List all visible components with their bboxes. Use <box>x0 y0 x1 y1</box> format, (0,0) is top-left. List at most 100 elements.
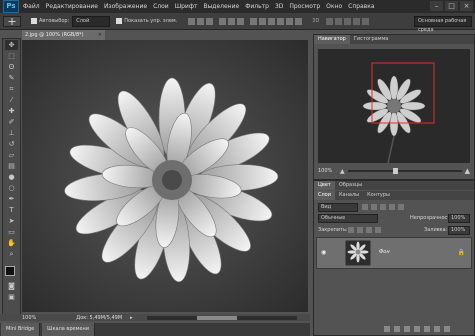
opacity-field[interactable]: 100% <box>448 214 470 223</box>
filter-pixel-icon[interactable] <box>362 204 368 210</box>
screen-mode-button[interactable]: ▣ <box>5 292 18 302</box>
tab-navigator[interactable]: Навигатор <box>314 35 350 44</box>
layer-style-icon[interactable] <box>394 326 400 332</box>
lock-all-icon[interactable] <box>375 227 381 233</box>
new-group-icon[interactable] <box>424 326 430 332</box>
stamp-tool[interactable]: ⊥ <box>5 128 18 138</box>
quick-select-tool[interactable]: ✎ <box>5 73 18 83</box>
tool-preset-picker[interactable] <box>3 15 21 27</box>
zoom-in-icon[interactable]: ▲ <box>465 167 470 175</box>
align-left-icon[interactable] <box>219 17 227 25</box>
menu-window[interactable]: Окно <box>326 3 342 10</box>
document-zoom[interactable]: 100% <box>22 315 36 321</box>
distribute-1-icon[interactable] <box>250 17 258 25</box>
layer-kind-filter[interactable]: Вид <box>318 203 358 212</box>
hand-tool[interactable]: ✋ <box>5 238 18 248</box>
dodge-tool[interactable]: ○ <box>5 183 18 193</box>
3d-slide-icon[interactable] <box>353 17 361 25</box>
3d-pan-icon[interactable] <box>344 17 352 25</box>
menu-help[interactable]: Справка <box>348 3 374 10</box>
navigator-zoom-slider[interactable] <box>347 168 462 174</box>
gradient-tool[interactable]: ▤ <box>5 161 18 171</box>
distribute-2-icon[interactable] <box>259 17 267 25</box>
history-brush-tool[interactable]: ↺ <box>5 139 18 149</box>
align-center-icon[interactable] <box>228 17 236 25</box>
lasso-tool[interactable]: ʘ <box>5 62 18 72</box>
menu-edit[interactable]: Редактирование <box>46 3 98 10</box>
menu-image[interactable]: Изображение <box>104 3 147 10</box>
fill-field[interactable]: 100% <box>448 226 470 235</box>
close-document-icon[interactable]: × <box>98 30 102 40</box>
scrollbar-thumb[interactable] <box>196 315 237 320</box>
crop-tool[interactable]: ⌗ <box>5 84 18 94</box>
foreground-color[interactable] <box>5 266 15 276</box>
tab-layers[interactable]: Слои <box>314 191 335 200</box>
distribute-4-icon[interactable] <box>277 17 285 25</box>
tab-color[interactable]: Цвет <box>314 181 335 190</box>
layer-mask-icon[interactable] <box>404 326 410 332</box>
horizontal-scrollbar[interactable] <box>146 315 297 320</box>
adjustment-layer-icon[interactable] <box>414 326 420 332</box>
layer-visibility-eye-icon[interactable]: ◉ <box>321 249 326 256</box>
path-select-tool[interactable]: ➤ <box>5 216 18 226</box>
healing-tool[interactable]: ✚ <box>5 106 18 116</box>
document-canvas[interactable] <box>22 40 308 312</box>
document-tab[interactable]: 2.jpg @ 100% (RGB/8*) × <box>22 30 105 40</box>
minimize-button[interactable]: – <box>430 1 443 11</box>
tab-channels[interactable]: Каналы <box>335 191 363 200</box>
align-right-icon[interactable] <box>237 17 245 25</box>
menu-filter[interactable]: Фильтр <box>245 3 269 10</box>
3d-scale-icon[interactable] <box>362 17 370 25</box>
eyedropper-tool[interactable]: ⁄ <box>5 95 18 105</box>
marquee-tool[interactable]: ⬚ <box>5 51 18 61</box>
autoselect-dropdown[interactable]: Слой <box>72 15 111 27</box>
new-layer-icon[interactable] <box>434 326 440 332</box>
tab-paths[interactable]: Контуры <box>363 191 394 200</box>
tab-swatches[interactable]: Образцы <box>335 181 366 190</box>
filter-adjustment-icon[interactable] <box>371 204 377 210</box>
distribute-5-icon[interactable] <box>286 17 294 25</box>
distribute-3-icon[interactable] <box>268 17 276 25</box>
align-top-icon[interactable] <box>188 17 196 25</box>
eraser-tool[interactable]: ▱ <box>5 150 18 160</box>
navigator-zoom-value[interactable]: 100% <box>318 168 340 174</box>
filter-shape-icon[interactable] <box>389 204 395 210</box>
menu-3d[interactable]: 3D <box>275 3 283 10</box>
menu-file[interactable]: Файл <box>23 3 40 10</box>
pen-tool[interactable]: ✒ <box>5 194 18 204</box>
show-transform-controls-checkbox[interactable] <box>116 18 123 24</box>
layer-row-background[interactable]: ◉ Фон 🔒 <box>316 237 472 269</box>
menu-layers[interactable]: Слои <box>153 3 169 10</box>
distribute-6-icon[interactable] <box>295 17 303 25</box>
move-tool[interactable]: ✥ <box>5 40 18 50</box>
lock-transparent-icon[interactable] <box>348 227 354 233</box>
navigator-preview[interactable] <box>318 49 470 163</box>
zoom-out-icon[interactable]: ▲ <box>340 168 345 175</box>
zoom-slider-thumb[interactable] <box>393 168 399 174</box>
layer-name[interactable]: Фон <box>379 249 390 255</box>
color-swatches[interactable] <box>5 266 19 280</box>
lock-image-icon[interactable] <box>357 227 363 233</box>
type-tool[interactable]: T <box>5 205 18 215</box>
shape-tool[interactable]: ▭ <box>5 227 18 237</box>
brush-tool[interactable]: ✐ <box>5 117 18 127</box>
tab-histogram[interactable]: Гистограмма <box>350 35 393 44</box>
menu-select[interactable]: Выделение <box>203 3 239 10</box>
status-arrow-icon[interactable]: ▸ <box>130 315 133 321</box>
mini-bridge-tab[interactable]: Mini Bridge <box>1 323 41 336</box>
blend-mode-dropdown[interactable]: Обычные <box>318 214 378 223</box>
maximize-button[interactable]: □ <box>445 1 458 11</box>
align-middle-icon[interactable] <box>197 17 205 25</box>
zoom-tool[interactable]: ⌕ <box>5 249 18 259</box>
lock-position-icon[interactable] <box>366 227 372 233</box>
link-layers-icon[interactable] <box>384 326 390 332</box>
autoselect-checkbox[interactable] <box>31 18 37 24</box>
filter-smart-object-icon[interactable] <box>398 204 404 210</box>
workspace-switcher[interactable]: Основная рабочая среда <box>414 15 472 33</box>
3d-rotate-icon[interactable] <box>326 17 334 25</box>
delete-layer-icon[interactable] <box>444 326 450 332</box>
menu-view[interactable]: Просмотр <box>289 3 320 10</box>
close-button[interactable]: × <box>460 1 473 11</box>
menu-type[interactable]: Шрифт <box>175 3 198 10</box>
blur-tool[interactable]: ● <box>5 172 18 182</box>
